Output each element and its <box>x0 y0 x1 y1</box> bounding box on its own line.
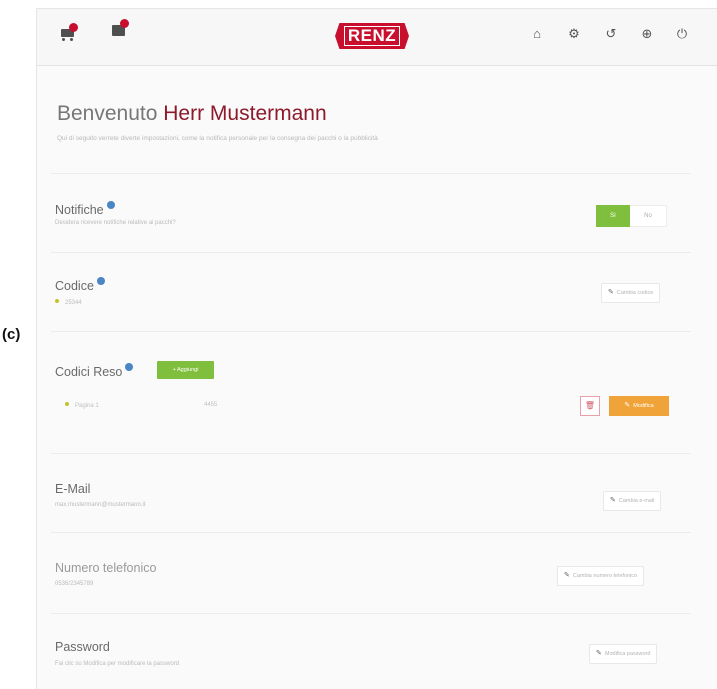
email-value: max.mustermann@mustermann.it <box>55 502 146 508</box>
user-name: Herr Mustermann <box>163 102 327 125</box>
add-return-code-button[interactable]: + Aggiungi <box>157 361 214 379</box>
divider <box>51 453 691 454</box>
change-email-label: Cambia e-mail <box>618 498 655 504</box>
power-icon[interactable]: ⏻ <box>674 26 690 42</box>
code-label: Codice <box>55 279 94 293</box>
password-title: Password <box>55 640 110 654</box>
pencil-icon: ✎ <box>624 402 631 409</box>
globe-icon[interactable]: ⊕ <box>639 26 655 42</box>
phone-value: 0536/2345789 <box>55 581 94 587</box>
code-title: Codice <box>55 277 105 293</box>
pencil-icon: ✎ <box>610 497 616 504</box>
divider <box>51 532 691 533</box>
page-title: Benvenuto Herr Mustermann <box>57 102 327 126</box>
change-code-button[interactable]: ✎ Cambia codice <box>601 283 661 303</box>
password-subtitle: Fai clic su Modifica per modificare la p… <box>55 661 180 667</box>
change-phone-label: Cambia numero telefonico <box>572 573 638 579</box>
divider <box>51 252 691 253</box>
return-codes-label: Codici Reso <box>55 365 123 379</box>
delete-return-code-button[interactable]: 🗑 <box>580 396 600 416</box>
home-icon[interactable]: ⌂ <box>529 26 545 42</box>
trash-icon: 🗑 <box>584 401 596 410</box>
info-icon[interactable] <box>125 363 134 371</box>
code-number: 25344 <box>65 300 82 306</box>
pencil-icon: ✎ <box>608 289 614 296</box>
edit-return-code-button[interactable]: ✎ Modifica <box>609 396 669 416</box>
change-password-button[interactable]: ✎ Modifica password <box>589 644 658 664</box>
return-codes-title: Codici Reso <box>55 363 134 379</box>
figure-label: (c) <box>2 326 21 343</box>
divider <box>51 613 691 614</box>
intro-text: Qui di seguito verrete diverte impostazi… <box>57 135 378 142</box>
email-title: E-Mail <box>55 482 91 496</box>
notifications-title: Notifiche <box>55 201 115 217</box>
edit-label: Modifica <box>633 403 654 409</box>
renz-logo[interactable]: RENZ <box>335 23 409 49</box>
status-dot <box>65 402 69 406</box>
toggle-off-option[interactable]: No <box>630 205 667 227</box>
notifications-subtitle: Desidera ricevere notifiche relative ai … <box>55 220 176 226</box>
pencil-icon: ✎ <box>596 650 602 657</box>
status-dot <box>55 299 59 303</box>
pencil-icon: ✎ <box>564 572 570 579</box>
logo-text: RENZ <box>343 26 401 46</box>
return-code-value: 4455 <box>204 402 218 408</box>
return-code-name: Pagina 1 <box>75 403 99 409</box>
notifications-toggle[interactable]: Sì No <box>596 205 670 227</box>
greeting-text: Benvenuto <box>57 102 158 125</box>
top-bar: RENZ ⌂ ⚙ ↺ ⊕ ⏻ <box>37 9 717 66</box>
divider <box>51 331 691 332</box>
history-icon[interactable]: ↺ <box>603 26 619 42</box>
app-window: RENZ ⌂ ⚙ ↺ ⊕ ⏻ Benvenuto Herr Mustermann… <box>36 8 717 689</box>
divider <box>51 173 691 174</box>
toggle-on-option[interactable]: Sì <box>596 205 630 227</box>
notifications-label: Notifiche <box>55 203 104 217</box>
gear-icon[interactable]: ⚙ <box>566 26 582 42</box>
return-code-item: Pagina 1 <box>65 402 99 409</box>
change-email-button[interactable]: ✎ Cambia e-mail <box>603 491 662 511</box>
change-phone-button[interactable]: ✎ Cambia numero telefonico <box>557 566 645 586</box>
info-icon[interactable] <box>96 277 105 285</box>
change-code-label: Cambia codice <box>616 290 654 296</box>
box-with-badge-icon[interactable] <box>112 19 129 36</box>
info-icon[interactable] <box>106 201 115 209</box>
phone-title: Numero telefonico <box>55 561 157 575</box>
change-password-label: Modifica password <box>604 651 651 657</box>
cart-with-badge-icon[interactable] <box>58 23 80 41</box>
code-value: 25344 <box>55 299 82 306</box>
settings-content: Benvenuto Herr Mustermann Qui di seguito… <box>37 66 717 689</box>
